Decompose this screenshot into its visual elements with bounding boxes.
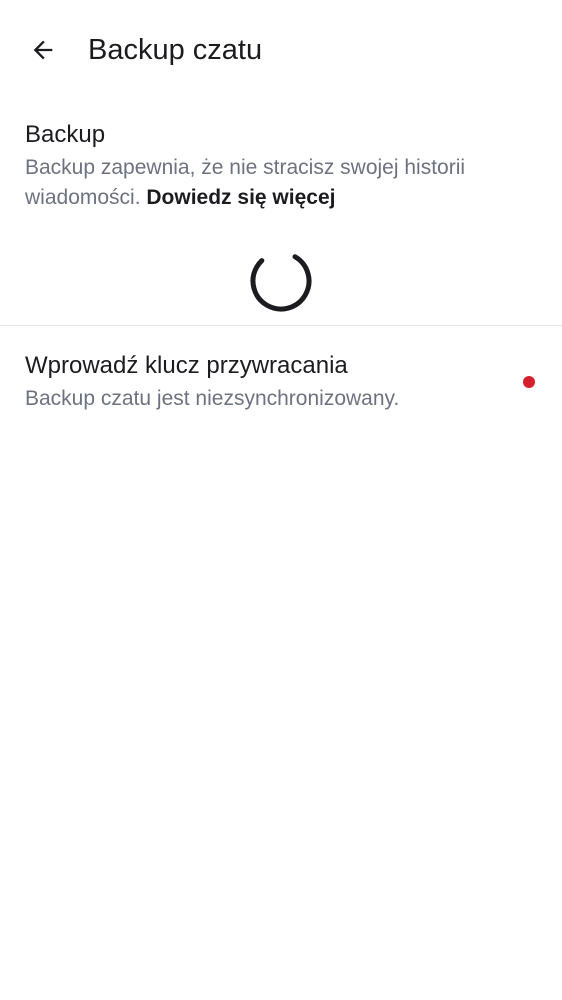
loading-spinner-icon <box>250 250 312 312</box>
page-title: Backup czatu <box>88 34 263 66</box>
backup-section-title: Backup <box>25 121 106 148</box>
app-bar: Backup czatu <box>0 0 562 100</box>
backup-description: Backup zapewnia, że nie stracisz swojej … <box>25 153 525 213</box>
section-divider <box>0 325 562 326</box>
restore-key-subtitle: Backup czatu jest niezsynchronizowany. <box>25 387 400 410</box>
alert-dot-icon <box>523 376 535 388</box>
enter-restore-key-item[interactable]: Wprowadź klucz przywracania Backup czatu… <box>0 334 562 434</box>
arrow-back-icon <box>33 40 53 60</box>
learn-more-link[interactable]: Dowiedz się więcej <box>146 186 335 209</box>
backup-section: Backup Backup zapewnia, że nie stracisz … <box>25 118 525 213</box>
back-button[interactable] <box>18 25 68 75</box>
restore-key-title: Wprowadź klucz przywracania <box>25 352 348 379</box>
